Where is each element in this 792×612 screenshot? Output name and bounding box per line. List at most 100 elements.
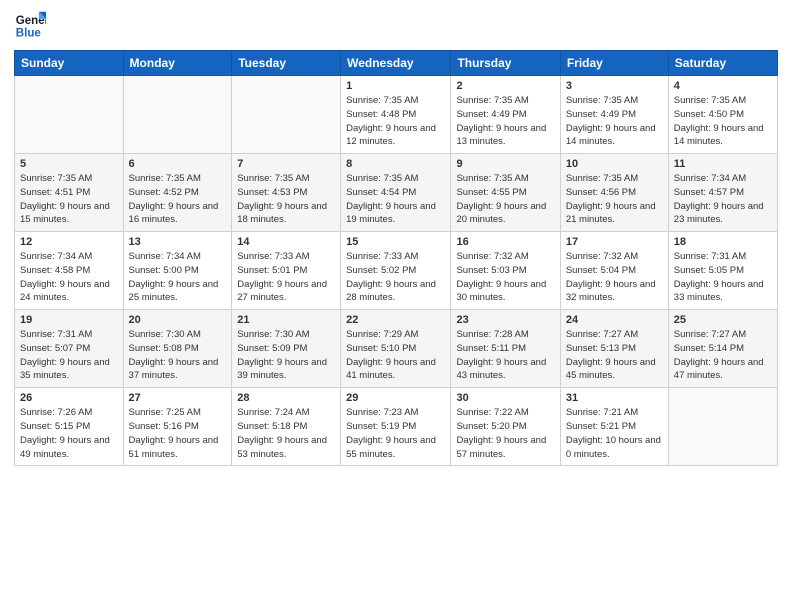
day-info: Sunrise: 7:35 AMSunset: 4:51 PMDaylight:…	[20, 172, 118, 227]
day-number: 9	[456, 158, 554, 170]
day-info: Sunrise: 7:35 AMSunset: 4:53 PMDaylight:…	[237, 172, 335, 227]
calendar-week-5: 26 Sunrise: 7:26 AMSunset: 5:15 PMDayligh…	[15, 388, 778, 466]
calendar-cell: 12 Sunrise: 7:34 AMSunset: 4:58 PMDayligh…	[15, 232, 124, 310]
calendar-week-1: 1 Sunrise: 7:35 AMSunset: 4:48 PMDaylight…	[15, 76, 778, 154]
calendar-header-tuesday: Tuesday	[232, 51, 341, 76]
day-info: Sunrise: 7:29 AMSunset: 5:10 PMDaylight:…	[346, 328, 445, 383]
svg-text:Blue: Blue	[16, 28, 42, 40]
day-info: Sunrise: 7:30 AMSunset: 5:08 PMDaylight:…	[129, 328, 227, 383]
day-number: 24	[566, 314, 663, 326]
day-number: 21	[237, 314, 335, 326]
day-info: Sunrise: 7:33 AMSunset: 5:02 PMDaylight:…	[346, 250, 445, 305]
day-number: 14	[237, 236, 335, 248]
day-info: Sunrise: 7:22 AMSunset: 5:20 PMDaylight:…	[456, 406, 554, 461]
calendar-cell: 30 Sunrise: 7:22 AMSunset: 5:20 PMDayligh…	[451, 388, 560, 466]
day-number: 18	[674, 236, 772, 248]
day-number: 19	[20, 314, 118, 326]
calendar-header-saturday: Saturday	[668, 51, 777, 76]
day-number: 31	[566, 392, 663, 404]
day-info: Sunrise: 7:27 AMSunset: 5:14 PMDaylight:…	[674, 328, 772, 383]
calendar-cell	[668, 388, 777, 466]
day-info: Sunrise: 7:35 AMSunset: 4:55 PMDaylight:…	[456, 172, 554, 227]
calendar-cell: 13 Sunrise: 7:34 AMSunset: 5:00 PMDayligh…	[123, 232, 232, 310]
day-number: 3	[566, 80, 663, 92]
day-number: 7	[237, 158, 335, 170]
day-number: 10	[566, 158, 663, 170]
day-number: 6	[129, 158, 227, 170]
day-info: Sunrise: 7:35 AMSunset: 4:52 PMDaylight:…	[129, 172, 227, 227]
calendar-cell: 4Sunrise: 7:35 AMSunset: 4:50 PMDaylight…	[668, 76, 777, 154]
calendar-cell: 9 Sunrise: 7:35 AMSunset: 4:55 PMDaylight…	[451, 154, 560, 232]
day-info: Sunrise: 7:35 AMSunset: 4:54 PMDaylight:…	[346, 172, 445, 227]
day-info: Sunrise: 7:32 AMSunset: 5:04 PMDaylight:…	[566, 250, 663, 305]
day-number: 17	[566, 236, 663, 248]
calendar-cell: 23Sunrise: 7:28 AMSunset: 5:11 PMDayligh…	[451, 310, 560, 388]
day-number: 15	[346, 236, 445, 248]
day-number: 29	[346, 392, 445, 404]
calendar-week-4: 19 Sunrise: 7:31 AMSunset: 5:07 PMDayligh…	[15, 310, 778, 388]
day-number: 1	[346, 80, 445, 92]
day-number: 13	[129, 236, 227, 248]
calendar-cell: 19 Sunrise: 7:31 AMSunset: 5:07 PMDayligh…	[15, 310, 124, 388]
day-info: Sunrise: 7:23 AMSunset: 5:19 PMDaylight:…	[346, 406, 445, 461]
calendar-cell: 3Sunrise: 7:35 AMSunset: 4:49 PMDaylight…	[560, 76, 668, 154]
day-number: 23	[456, 314, 554, 326]
page: General Blue SundayMondayTuesdayWednesda…	[0, 0, 792, 612]
calendar-cell: 6 Sunrise: 7:35 AMSunset: 4:52 PMDaylight…	[123, 154, 232, 232]
day-info: Sunrise: 7:34 AMSunset: 5:00 PMDaylight:…	[129, 250, 227, 305]
day-info: Sunrise: 7:35 AMSunset: 4:56 PMDaylight:…	[566, 172, 663, 227]
calendar-header-thursday: Thursday	[451, 51, 560, 76]
calendar-cell	[15, 76, 124, 154]
calendar-week-3: 12 Sunrise: 7:34 AMSunset: 4:58 PMDayligh…	[15, 232, 778, 310]
calendar-header-wednesday: Wednesday	[341, 51, 451, 76]
calendar-cell: 27Sunrise: 7:25 AMSunset: 5:16 PMDayligh…	[123, 388, 232, 466]
calendar-cell: 8Sunrise: 7:35 AMSunset: 4:54 PMDaylight…	[341, 154, 451, 232]
day-info: Sunrise: 7:32 AMSunset: 5:03 PMDaylight:…	[456, 250, 554, 305]
day-info: Sunrise: 7:35 AMSunset: 4:50 PMDaylight:…	[674, 94, 772, 149]
logo: General Blue	[14, 10, 46, 42]
calendar-cell: 20 Sunrise: 7:30 AMSunset: 5:08 PMDayligh…	[123, 310, 232, 388]
calendar-cell: 26 Sunrise: 7:26 AMSunset: 5:15 PMDayligh…	[15, 388, 124, 466]
calendar-cell	[123, 76, 232, 154]
day-info: Sunrise: 7:31 AMSunset: 5:05 PMDaylight:…	[674, 250, 772, 305]
calendar-cell: 25Sunrise: 7:27 AMSunset: 5:14 PMDayligh…	[668, 310, 777, 388]
header: General Blue	[14, 10, 778, 42]
calendar: SundayMondayTuesdayWednesdayThursdayFrid…	[14, 50, 778, 466]
calendar-header-sunday: Sunday	[15, 51, 124, 76]
day-number: 22	[346, 314, 445, 326]
calendar-cell: 10 Sunrise: 7:35 AMSunset: 4:56 PMDayligh…	[560, 154, 668, 232]
day-number: 28	[237, 392, 335, 404]
calendar-header-monday: Monday	[123, 51, 232, 76]
day-number: 2	[456, 80, 554, 92]
day-number: 27	[129, 392, 227, 404]
day-info: Sunrise: 7:26 AMSunset: 5:15 PMDaylight:…	[20, 406, 118, 461]
calendar-cell: 17 Sunrise: 7:32 AMSunset: 5:04 PMDayligh…	[560, 232, 668, 310]
calendar-cell: 22 Sunrise: 7:29 AMSunset: 5:10 PMDayligh…	[341, 310, 451, 388]
calendar-header-friday: Friday	[560, 51, 668, 76]
day-info: Sunrise: 7:34 AMSunset: 4:58 PMDaylight:…	[20, 250, 118, 305]
day-info: Sunrise: 7:27 AMSunset: 5:13 PMDaylight:…	[566, 328, 663, 383]
day-number: 5	[20, 158, 118, 170]
calendar-cell: 1 Sunrise: 7:35 AMSunset: 4:48 PMDaylight…	[341, 76, 451, 154]
calendar-cell: 2Sunrise: 7:35 AMSunset: 4:49 PMDaylight…	[451, 76, 560, 154]
calendar-cell: 14 Sunrise: 7:33 AMSunset: 5:01 PMDayligh…	[232, 232, 341, 310]
day-info: Sunrise: 7:30 AMSunset: 5:09 PMDaylight:…	[237, 328, 335, 383]
day-number: 11	[674, 158, 772, 170]
day-number: 20	[129, 314, 227, 326]
calendar-cell: 29 Sunrise: 7:23 AMSunset: 5:19 PMDayligh…	[341, 388, 451, 466]
day-number: 30	[456, 392, 554, 404]
day-info: Sunrise: 7:31 AMSunset: 5:07 PMDaylight:…	[20, 328, 118, 383]
day-number: 12	[20, 236, 118, 248]
calendar-cell: 16 Sunrise: 7:32 AMSunset: 5:03 PMDayligh…	[451, 232, 560, 310]
calendar-cell: 18 Sunrise: 7:31 AMSunset: 5:05 PMDayligh…	[668, 232, 777, 310]
calendar-cell: 11Sunrise: 7:34 AMSunset: 4:57 PMDayligh…	[668, 154, 777, 232]
day-number: 26	[20, 392, 118, 404]
day-info: Sunrise: 7:35 AMSunset: 4:48 PMDaylight:…	[346, 94, 445, 149]
day-number: 16	[456, 236, 554, 248]
logo-icon: General Blue	[14, 10, 46, 42]
calendar-cell: 15 Sunrise: 7:33 AMSunset: 5:02 PMDayligh…	[341, 232, 451, 310]
day-info: Sunrise: 7:21 AMSunset: 5:21 PMDaylight:…	[566, 406, 663, 461]
calendar-week-2: 5 Sunrise: 7:35 AMSunset: 4:51 PMDaylight…	[15, 154, 778, 232]
calendar-cell: 7 Sunrise: 7:35 AMSunset: 4:53 PMDaylight…	[232, 154, 341, 232]
day-info: Sunrise: 7:33 AMSunset: 5:01 PMDaylight:…	[237, 250, 335, 305]
